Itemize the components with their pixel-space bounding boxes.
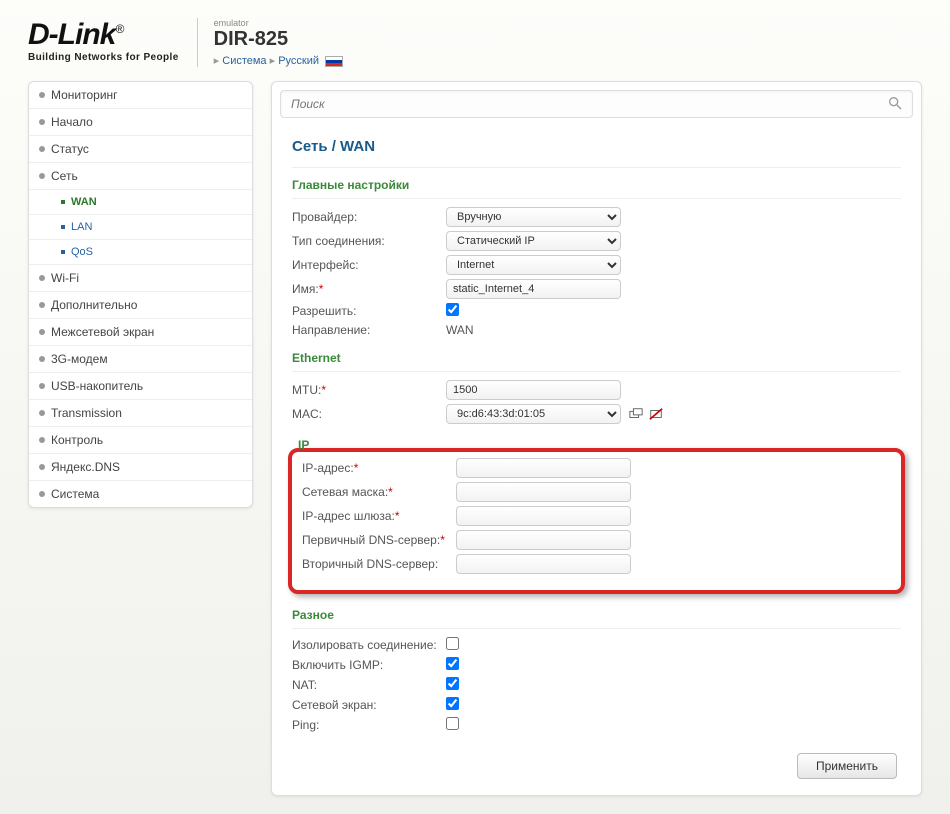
isolate-label: Изолировать соединение:: [292, 638, 446, 652]
name-label: Имя:*: [292, 282, 446, 296]
sidebar-item-advanced[interactable]: Дополнительно: [29, 292, 252, 319]
sidebar-item-monitoring[interactable]: Мониторинг: [29, 82, 252, 109]
gateway-label: IP-адрес шлюза:*: [302, 509, 456, 523]
logo-text: D-Link: [28, 18, 115, 51]
provider-label: Провайдер:: [292, 210, 446, 224]
mtu-label: MTU:*: [292, 383, 446, 397]
main-panel: Сеть / WAN Главные настройки Провайдер: …: [271, 81, 922, 796]
mac-clone-icon[interactable]: [629, 407, 643, 421]
section-ip: IP: [298, 438, 887, 452]
sidebar: Мониторинг Начало Статус Сеть WAN LAN Qo…: [28, 81, 253, 796]
mtu-input[interactable]: [446, 380, 621, 400]
sidebar-item-firewall[interactable]: Межсетевой экран: [29, 319, 252, 346]
conn-type-select[interactable]: Статический IP: [446, 231, 621, 251]
search-input[interactable]: [280, 90, 913, 118]
logo: D-Link® Building Networks for People: [28, 18, 179, 63]
netmask-label: Сетевая маска:*: [302, 485, 456, 499]
sidebar-item-transmission[interactable]: Transmission: [29, 400, 252, 427]
iface-select[interactable]: Internet: [446, 255, 621, 275]
dns2-input[interactable]: [456, 554, 631, 574]
isolate-checkbox[interactable]: [446, 637, 459, 650]
sidebar-item-qos[interactable]: QoS: [29, 240, 252, 265]
fw-label: Сетевой экран:: [292, 698, 446, 712]
nat-checkbox[interactable]: [446, 677, 459, 690]
allow-label: Разрешить:: [292, 304, 446, 318]
ip-addr-label: IP-адрес:*: [302, 461, 456, 475]
provider-select[interactable]: Вручную: [446, 207, 621, 227]
ip-highlight-box: IP IP-адрес:* Сетевая маска:* IP-адрес ш…: [288, 448, 905, 594]
ping-label: Ping:: [292, 718, 446, 732]
apply-button[interactable]: Применить: [797, 753, 897, 779]
model-block: emulator DIR-825 ▸ Система ▸ Русский: [197, 18, 343, 67]
nat-label: NAT:: [292, 678, 446, 692]
sidebar-item-home[interactable]: Начало: [29, 109, 252, 136]
sidebar-item-status[interactable]: Статус: [29, 136, 252, 163]
section-ethernet: Ethernet: [292, 341, 901, 372]
dns1-input[interactable]: [456, 530, 631, 550]
section-main: Главные настройки: [292, 168, 901, 199]
mac-select[interactable]: 9c:d6:43:3d:01:05: [446, 404, 621, 424]
direction-label: Направление:: [292, 323, 446, 337]
section-misc: Разное: [292, 598, 901, 629]
allow-checkbox[interactable]: [446, 303, 459, 316]
conn-type-label: Тип соединения:: [292, 234, 446, 248]
sidebar-item-lan[interactable]: LAN: [29, 215, 252, 240]
fw-checkbox[interactable]: [446, 697, 459, 710]
sidebar-item-control[interactable]: Контроль: [29, 427, 252, 454]
mac-reset-icon[interactable]: [649, 407, 663, 421]
header: D-Link® Building Networks for People emu…: [28, 18, 922, 67]
iface-label: Интерфейс:: [292, 258, 446, 272]
netmask-input[interactable]: [456, 482, 631, 502]
ip-addr-input[interactable]: [456, 458, 631, 478]
search-icon[interactable]: [887, 95, 903, 111]
gateway-input[interactable]: [456, 506, 631, 526]
igmp-label: Включить IGMP:: [292, 658, 446, 672]
ping-checkbox[interactable]: [446, 717, 459, 730]
page-title: Сеть / WAN: [292, 138, 901, 168]
logo-tagline: Building Networks for People: [28, 52, 179, 63]
sidebar-item-wan[interactable]: WAN: [29, 190, 252, 215]
sidebar-item-usb[interactable]: USB-накопитель: [29, 373, 252, 400]
flag-russia-icon: [325, 56, 343, 67]
sidebar-item-3g[interactable]: 3G-модем: [29, 346, 252, 373]
sidebar-item-network[interactable]: Сеть: [29, 163, 252, 190]
direction-value: WAN: [446, 323, 474, 337]
igmp-checkbox[interactable]: [446, 657, 459, 670]
sidebar-item-wifi[interactable]: Wi-Fi: [29, 265, 252, 292]
emulator-label: emulator: [214, 18, 343, 28]
model-name: DIR-825: [214, 28, 343, 51]
mac-label: MAC:: [292, 407, 446, 421]
header-breadcrumb: ▸ Система ▸ Русский: [214, 54, 343, 67]
name-input[interactable]: [446, 279, 621, 299]
bc-system[interactable]: Система: [222, 55, 266, 67]
dns1-label: Первичный DNS-сервер:*: [302, 533, 456, 547]
sidebar-item-yandexdns[interactable]: Яндекс.DNS: [29, 454, 252, 481]
dns2-label: Вторичный DNS-сервер:: [302, 557, 456, 571]
sidebar-item-system[interactable]: Система: [29, 481, 252, 507]
bc-language[interactable]: Русский: [278, 55, 319, 67]
